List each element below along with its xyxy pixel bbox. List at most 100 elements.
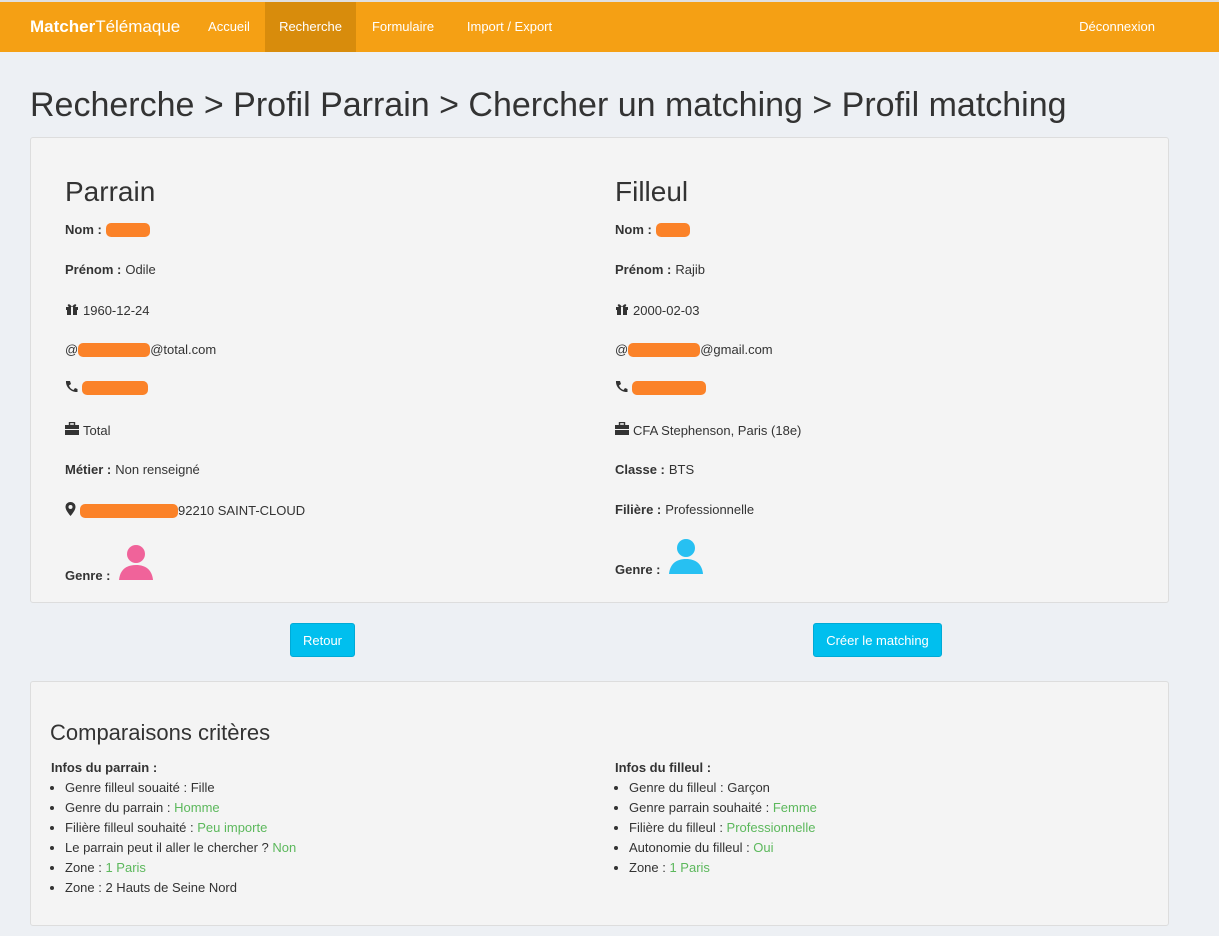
male-user-icon [667, 538, 705, 577]
filleul-filiere: Filière : Professionnelle [615, 502, 754, 517]
prenom-value: Odile [125, 262, 156, 277]
nav-formulaire[interactable]: Formulaire [359, 2, 447, 52]
phone-icon [65, 380, 78, 396]
page-title: Recherche > Profil Parrain > Chercher un… [30, 86, 1067, 124]
at-icon: @ [615, 342, 629, 357]
filleul-criteria-heading: Infos du filleul : [615, 760, 712, 775]
parrain-criteria-list: Genre filleul souaité : FilleGenre du pa… [31, 778, 296, 898]
criteria-item: Zone : 1 Paris [65, 858, 296, 878]
criteria-panel: Comparaisons critères Infos du parrain :… [30, 681, 1169, 926]
criteria-value: 1 Paris [105, 860, 146, 875]
criteria-value: Garçon [727, 780, 770, 795]
parrain-metier: Métier : Non renseigné [65, 462, 200, 477]
prenom-label: Prénom : [65, 262, 122, 277]
filiere-label: Filière : [615, 502, 662, 517]
birthdate-value: 2000-02-03 [633, 303, 700, 318]
filleul-email[interactable]: @ @gmail.com [615, 342, 773, 357]
parrain-heading: Parrain [65, 176, 156, 207]
criteria-label: Zone : [629, 860, 670, 875]
briefcase-icon [615, 421, 629, 438]
map-marker-icon [65, 502, 76, 519]
redacted-email [628, 342, 701, 357]
genre-label: Genre : [615, 562, 661, 577]
filleul-nom: Nom : [615, 222, 690, 237]
filleul-classe: Classe : BTS [615, 462, 694, 477]
criteria-item: Zone : 2 Hauts de Seine Nord [65, 878, 296, 898]
criteria-label: Zone : [65, 860, 106, 875]
criteria-value: Fille [190, 780, 215, 795]
parrain-company: Total [65, 421, 111, 438]
parrain-prenom: Prénom : Odile [65, 262, 156, 277]
criteria-label: Genre du filleul : [629, 780, 728, 795]
filleul-birthdate: 2000-02-03 [615, 302, 700, 319]
birthdate-value: 1960-12-24 [83, 303, 150, 318]
parrain-email[interactable]: @ @total.com [65, 342, 216, 357]
parrain-nom: Nom : [65, 222, 150, 237]
filleul-heading: Filleul [615, 176, 689, 207]
email-domain: @total.com [150, 342, 217, 357]
profiles-panel: Parrain Nom : Prénom : Odile 1960-12-24 … [30, 137, 1169, 603]
female-user-icon [117, 544, 155, 583]
criteria-label: Genre filleul souaité : [65, 780, 191, 795]
criteria-item: Le parrain peut il aller le chercher ? N… [65, 838, 296, 858]
parrain-criteria-heading: Infos du parrain : [51, 760, 158, 775]
criteria-item: Genre du filleul : Garçon [629, 778, 817, 798]
prenom-value: Rajib [675, 262, 705, 277]
redacted-phone [82, 381, 148, 395]
brand-logo[interactable]: MatcherTélémaque [30, 2, 180, 52]
criteria-item: Filière du filleul : Professionnelle [629, 818, 817, 838]
criteria-label: Filière du filleul : [629, 820, 727, 835]
criteria-value: 1 Paris [669, 860, 710, 875]
criteria-value: Peu importe [197, 820, 268, 835]
criteria-title: Comparaisons critères [50, 720, 271, 745]
criteria-label: Genre du parrain : [65, 800, 175, 815]
metier-value: Non renseigné [115, 462, 200, 477]
filleul-school: CFA Stephenson, Paris (18e) [615, 421, 802, 438]
criteria-value: Homme [174, 800, 220, 815]
at-icon: @ [65, 342, 79, 357]
nom-label: Nom : [615, 222, 652, 237]
criteria-label: Le parrain peut il aller le chercher ? [65, 840, 273, 855]
gift-icon [615, 302, 629, 319]
briefcase-icon [65, 421, 79, 438]
school-value: CFA Stephenson, Paris (18e) [633, 422, 802, 438]
filleul-criteria-list: Genre du filleul : GarçonGenre parrain s… [595, 778, 817, 878]
criteria-item: Zone : 1 Paris [629, 858, 817, 878]
genre-label: Genre : [65, 568, 111, 583]
redacted-name [105, 222, 150, 237]
criteria-value: Oui [753, 840, 774, 855]
navbar: MatcherTélémaque Accueil Recherche Formu… [0, 0, 1219, 52]
prenom-label: Prénom : [615, 262, 672, 277]
filleul-criteria: Infos du filleul : Genre du filleul : Ga… [595, 758, 817, 878]
address-value: 92210 SAINT-CLOUD [178, 503, 306, 518]
redacted-address [80, 503, 178, 518]
criteria-value: Professionnelle [726, 820, 816, 835]
redacted-name [655, 222, 690, 237]
redacted-email [78, 342, 151, 357]
criteria-value: Femme [772, 800, 817, 815]
criteria-item: Genre du parrain : Homme [65, 798, 296, 818]
criteria-value: 2 Hauts de Seine Nord [105, 880, 237, 895]
parrain-address: 92210 SAINT-CLOUD [65, 502, 305, 519]
metier-label: Métier : [65, 462, 112, 477]
create-matching-button[interactable]: Créer le matching [813, 623, 942, 657]
brand-rest: Télémaque [95, 17, 181, 36]
retour-button[interactable]: Retour [290, 623, 355, 657]
redacted-phone [632, 381, 706, 395]
nom-label: Nom : [65, 222, 102, 237]
parrain-phone [65, 380, 148, 396]
gift-icon [65, 302, 79, 319]
criteria-item: Filière filleul souhaité : Peu importe [65, 818, 296, 838]
filleul-prenom: Prénom : Rajib [615, 262, 705, 277]
nav-import-export[interactable]: Import / Export [452, 2, 567, 52]
nav-recherche[interactable]: Recherche [265, 2, 356, 52]
logout-link[interactable]: Déconnexion [1079, 2, 1155, 52]
nav-accueil[interactable]: Accueil [196, 2, 262, 52]
criteria-item: Genre filleul souaité : Fille [65, 778, 296, 798]
company-value: Total [83, 422, 111, 438]
criteria-label: Autonomie du filleul : [629, 840, 754, 855]
criteria-label: Zone : [65, 880, 106, 895]
parrain-criteria: Infos du parrain : Genre filleul souaité… [31, 758, 296, 898]
classe-value: BTS [668, 462, 695, 477]
parrain-birthdate: 1960-12-24 [65, 302, 150, 319]
